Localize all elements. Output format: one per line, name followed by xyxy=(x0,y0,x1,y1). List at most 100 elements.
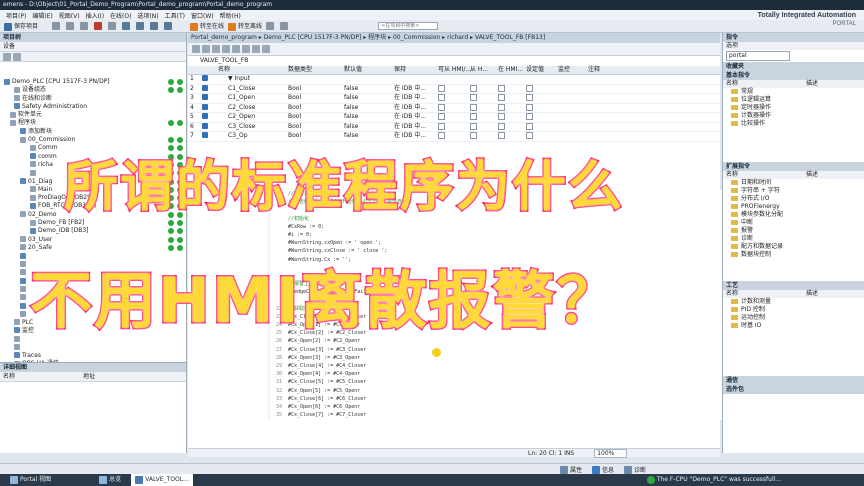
simulate-button[interactable] xyxy=(164,22,174,30)
instruction-folder[interactable]: 计数器操作 xyxy=(723,112,864,120)
extended-instructions-section[interactable]: 扩展指令 xyxy=(723,162,864,171)
param-name[interactable]: C2_Open xyxy=(228,113,255,122)
code-line[interactable]: 29 #Cx_Close[4] := #C4_Closer xyxy=(270,362,722,370)
param-default[interactable]: false xyxy=(344,123,358,132)
add-row-icon[interactable] xyxy=(202,45,210,53)
instruction-folder[interactable]: 位逻辑运算 xyxy=(723,96,864,104)
communication-section[interactable]: 通信 xyxy=(723,376,864,385)
instruction-folder[interactable]: 配方和数据记录 xyxy=(723,243,864,251)
tree-item[interactable]: 添加新块 xyxy=(0,128,186,136)
param-type[interactable]: Bool xyxy=(288,85,301,94)
param-default[interactable]: false xyxy=(344,104,358,113)
delete-button[interactable] xyxy=(94,22,104,30)
menu-tools[interactable]: 工具(T) xyxy=(165,11,185,20)
overview-button[interactable]: 总览 xyxy=(95,474,125,486)
param-retain[interactable]: 在 IDB 中... xyxy=(394,132,426,141)
instruction-folder[interactable]: PROFIenergy xyxy=(723,203,864,211)
table-row[interactable]: 1 ▼ Input xyxy=(188,75,720,85)
uncomment-icon[interactable] xyxy=(242,45,250,53)
param-name[interactable]: C1_Close xyxy=(228,85,255,94)
menu-insert[interactable]: 插入(I) xyxy=(86,11,104,20)
param-default[interactable]: false xyxy=(344,132,358,141)
tree-item[interactable]: 在线和诊断 xyxy=(0,95,186,103)
technology-section[interactable]: 工艺 xyxy=(723,281,864,290)
favorites-section[interactable]: 收藏夹 xyxy=(723,62,864,71)
instruction-folder[interactable]: 模块参数化分配 xyxy=(723,211,864,219)
code-line[interactable]: 30 #Cx_Open[4] := #C4_Openr xyxy=(270,370,722,378)
menu-help[interactable]: 帮助(H) xyxy=(220,11,241,20)
instruction-folder[interactable]: 比较操作 xyxy=(723,120,864,128)
param-name[interactable]: C3_Op xyxy=(228,132,248,141)
tree-filter-icon[interactable] xyxy=(3,52,11,61)
monitor-on-icon[interactable] xyxy=(262,45,270,53)
menu-online[interactable]: 在线(O) xyxy=(110,11,131,20)
code-line[interactable]: 35 #Cx_Close[7] := #C7_Closer xyxy=(270,411,722,419)
menu-project[interactable]: 项目(P) xyxy=(6,11,26,20)
indent-icon[interactable] xyxy=(212,45,220,53)
editor-tab-valve-tool[interactable]: VALVE_TOOL... xyxy=(131,474,193,486)
code-line[interactable]: 34 #Cx_Open[6] := #C6_Openr xyxy=(270,403,722,411)
diagnostics-tab[interactable]: 诊断 xyxy=(624,465,646,475)
undo-button[interactable] xyxy=(108,22,118,30)
param-retain[interactable]: 在 IDB 中... xyxy=(394,85,426,94)
menu-edit[interactable]: 编辑(E) xyxy=(32,11,52,20)
tree-item[interactable] xyxy=(0,344,186,352)
code-line[interactable]: 32 #Cx_Open[5] := #C5_Openr xyxy=(270,387,722,395)
code-line[interactable]: 28 #Cx_Open[3] := #C3_Openr xyxy=(270,354,722,362)
monitor-button[interactable] xyxy=(280,22,290,30)
paste-button[interactable] xyxy=(80,22,90,30)
param-type[interactable]: Bool xyxy=(288,94,301,103)
instruction-folder[interactable]: 诊断 xyxy=(723,235,864,243)
insert-row-icon[interactable] xyxy=(192,45,200,53)
table-row[interactable]: 5 C2_Open Bool false 在 IDB 中... xyxy=(188,113,720,123)
param-default[interactable]: false xyxy=(344,85,358,94)
tree-item[interactable]: Traces xyxy=(0,352,186,360)
outdent-icon[interactable] xyxy=(222,45,230,53)
code-line[interactable]: #CxRow := 0; xyxy=(270,223,722,231)
instruction-folder[interactable]: 报警 xyxy=(723,227,864,235)
param-default[interactable]: false xyxy=(344,113,358,122)
project-search-input[interactable]: <在项目中搜索> xyxy=(378,22,438,30)
menu-view[interactable]: 视图(V) xyxy=(59,11,80,20)
param-type[interactable]: Bool xyxy=(288,104,301,113)
instruction-folder[interactable]: 运动控制 xyxy=(723,314,864,322)
param-retain[interactable]: 在 IDB 中... xyxy=(394,113,426,122)
accessible-devices-button[interactable] xyxy=(266,22,276,30)
comment-icon[interactable] xyxy=(232,45,240,53)
code-line[interactable]: 27 #Cx_Close[3] := #C3_Closer xyxy=(270,346,722,354)
status-message[interactable]: The F-CPU "Demo_PLC" was successfull... xyxy=(643,474,785,486)
table-row[interactable]: 3 C1_Open Bool false 在 IDB 中... xyxy=(188,94,720,104)
menu-options[interactable]: 选项(N) xyxy=(137,11,158,20)
instruction-folder[interactable]: 字符串 + 字符 xyxy=(723,187,864,195)
menu-window[interactable]: 窗口(W) xyxy=(191,11,214,20)
tree-item[interactable]: 设备组态 xyxy=(0,86,186,94)
bookmark-icon[interactable] xyxy=(252,45,260,53)
upload-button[interactable] xyxy=(150,22,160,30)
param-name[interactable]: C2_Close xyxy=(228,104,255,113)
cut-button[interactable] xyxy=(52,22,62,30)
portal-view-button[interactable]: Portal 视图 xyxy=(6,474,55,486)
instruction-folder[interactable]: PID 控制 xyxy=(723,306,864,314)
param-name[interactable]: ▼ Input xyxy=(228,75,250,84)
instruction-folder[interactable]: 定时器操作 xyxy=(723,104,864,112)
tree-item[interactable]: 03_User xyxy=(0,236,186,244)
param-type[interactable]: Bool xyxy=(288,123,301,132)
table-row[interactable]: 6 C3_Close Bool false 在 IDB 中... xyxy=(188,122,720,132)
instruction-folder[interactable]: 时基 IO xyxy=(723,322,864,330)
instruction-folder[interactable]: 常规 xyxy=(723,88,864,96)
tree-item[interactable]: Safety Administration xyxy=(0,103,186,111)
instruction-folder[interactable]: 计数和测量 xyxy=(723,298,864,306)
param-name[interactable]: C1_Open xyxy=(228,94,255,103)
param-type[interactable]: Bool xyxy=(288,132,301,141)
table-row[interactable]: 7 C3_Op Bool false 在 IDB 中... xyxy=(188,132,720,142)
param-retain[interactable]: 在 IDB 中... xyxy=(394,123,426,132)
instruction-folder[interactable]: 数据块控制 xyxy=(723,251,864,259)
param-default[interactable]: false xyxy=(344,94,358,103)
save-project-button[interactable]: 保存项目 xyxy=(4,21,38,31)
go-offline-button[interactable]: 转至离线 xyxy=(228,21,262,31)
optional-packages-section[interactable]: 选件包 xyxy=(723,385,864,394)
table-row[interactable]: 4 C2_Close Bool false 在 IDB 中... xyxy=(188,103,720,113)
code-line[interactable]: #WarnString.cxOpen := ' open '; xyxy=(270,239,722,247)
param-retain[interactable]: 在 IDB 中... xyxy=(394,104,426,113)
param-type[interactable]: Bool xyxy=(288,113,301,122)
